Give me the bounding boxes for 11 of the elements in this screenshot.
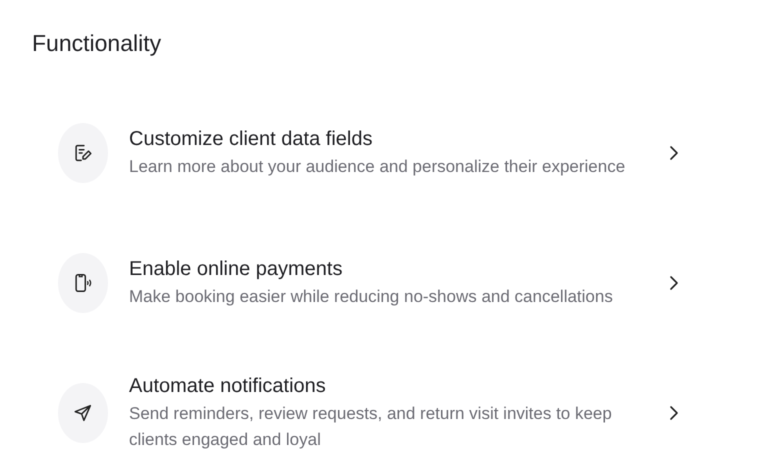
chevron-right-icon[interactable] [668, 145, 680, 161]
item-description: Make booking easier while reducing no-shows and cancellations [129, 286, 614, 308]
item-description: Send reminders, review requests, and return visit invites to keep clients engaged and loyal [129, 403, 613, 451]
item-title[interactable]: Enable online payments [129, 256, 627, 282]
item-description: Learn more about your audience and personalize their experience [129, 156, 626, 178]
paper-plane-icon [72, 402, 94, 424]
chevron-right-icon[interactable] [668, 275, 680, 291]
item-title[interactable]: Customize client data fields [129, 126, 627, 152]
item-title[interactable]: Automate notifications [129, 373, 627, 399]
chevron-right-icon[interactable] [668, 405, 680, 421]
section-title: Functionality [32, 29, 162, 58]
